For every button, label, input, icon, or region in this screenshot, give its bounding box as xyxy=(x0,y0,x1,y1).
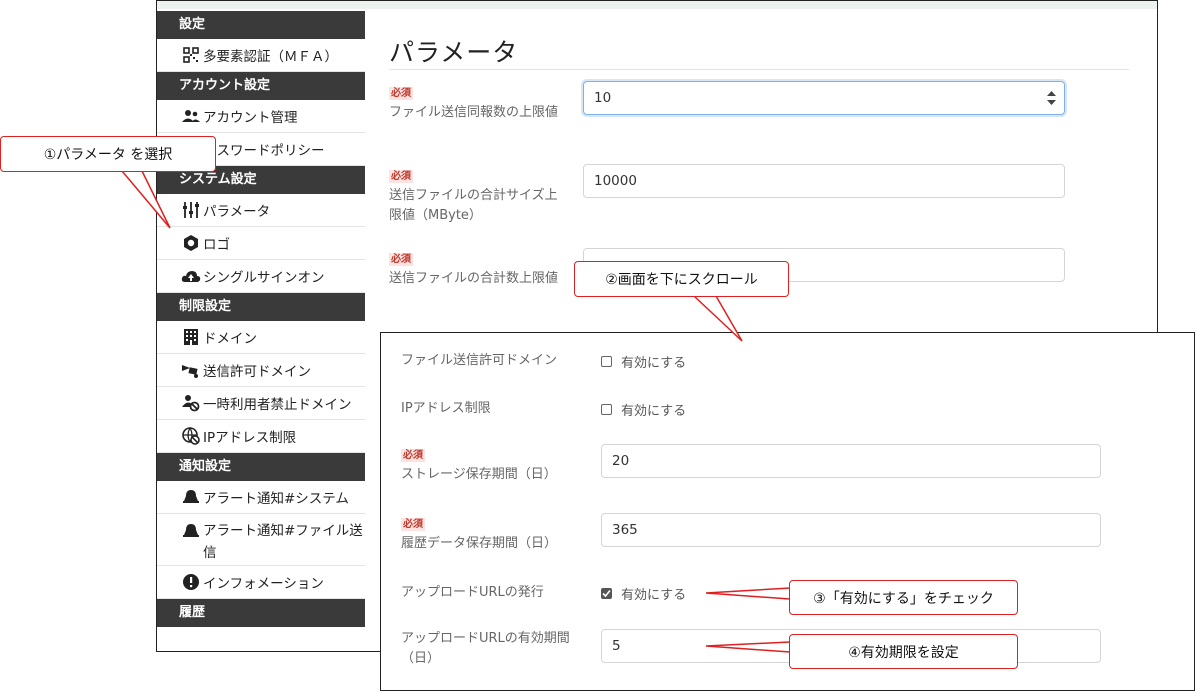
checkbox-box-checked[interactable] xyxy=(601,588,612,599)
checkbox-label: 有効にする xyxy=(621,404,687,419)
sidebar-item-sso[interactable]: シングルサインオン xyxy=(157,260,365,293)
broadcast-limit-input[interactable]: 10 xyxy=(583,81,1065,115)
check-icon xyxy=(602,589,611,598)
input-value: 10000 xyxy=(594,173,637,189)
sidebar-item-label: 一時利用者禁止ドメイン xyxy=(203,397,352,413)
required-badge: 必須 xyxy=(389,170,413,183)
total-size-limit-input[interactable]: 10000 xyxy=(583,164,1065,198)
sidebar-item-label: インフォメーション xyxy=(203,576,324,592)
sidebar-item-label: パスワードポリシー xyxy=(203,143,325,159)
callout-select-parameters: ①パラメータ を選択 xyxy=(0,136,216,172)
callout-set-validity: ④有効期限を設定 xyxy=(789,634,1018,669)
sidebar-item-label: アラート通知#システム xyxy=(203,491,349,507)
input-value: 365 xyxy=(612,522,638,538)
input-value: 5 xyxy=(612,638,621,654)
spinner-icon[interactable] xyxy=(1047,91,1056,105)
sidebar-item-label: 多要素認証（ＭＦＡ） xyxy=(203,49,338,65)
sidebar-item-label: パラメータ xyxy=(203,204,271,220)
label-storage-period: 必須 ストレージ保存期間（日） xyxy=(401,445,581,485)
sidebar-section-settings: 設定 xyxy=(157,11,365,39)
cloud-icon xyxy=(181,267,201,285)
sidebar-item-ip-restriction[interactable]: IPアドレス制限 xyxy=(157,420,365,453)
page-title: パラメータ xyxy=(389,38,519,67)
field-label-total-size-limit: 必須 送信ファイルの合計サイズ上限値（MByte） xyxy=(389,166,559,226)
field-label-text: ファイル送信同報数の上限値 xyxy=(389,105,559,120)
sidebar: 設定 多要素認証（ＭＦＡ） アカウント設定 アカウント管理 パスワードポリシー … xyxy=(157,11,365,651)
sidebar-item-information[interactable]: インフォメーション xyxy=(157,566,365,599)
sidebar-section-notifications: 通知設定 xyxy=(157,453,365,481)
field-label-broadcast-limit: 必須 ファイル送信同報数の上限値 xyxy=(389,83,559,123)
sidebar-item-allowed-domain[interactable]: 送信許可ドメイン xyxy=(157,354,365,387)
sidebar-item-alert-file-transfer[interactable]: アラート通知#ファイル送信 xyxy=(157,514,365,566)
sidebar-item-label: アカウント管理 xyxy=(203,110,298,126)
sliders-icon xyxy=(181,201,201,219)
required-badge: 必須 xyxy=(389,87,413,100)
bell-icon xyxy=(181,488,201,506)
field-label-text: 送信ファイルの合計サイズ上限値（MByte） xyxy=(389,188,558,223)
sidebar-item-domain[interactable]: ドメイン xyxy=(157,321,365,354)
checkbox-box[interactable] xyxy=(601,404,612,415)
label-ip-restriction: IPアドレス制限 xyxy=(401,401,491,416)
checkbox-label: 有効にする xyxy=(621,588,687,603)
sidebar-item-label: ロゴ xyxy=(203,237,230,253)
checkbox-ip-restriction[interactable]: 有効にする xyxy=(601,400,686,419)
label-file-transfer-domain: ファイル送信許可ドメイン xyxy=(401,353,558,368)
lower-screenshot: ファイル送信許可ドメイン 有効にする IPアドレス制限 有効にする 必須 ストレ… xyxy=(380,332,1195,691)
field-label-total-count-limit: 必須 送信ファイルの合計数上限値 xyxy=(389,249,559,289)
checkbox-box[interactable] xyxy=(601,356,612,367)
sidebar-item-label: IPアドレス制限 xyxy=(203,430,297,446)
sidebar-item-label: アラート通知#ファイル送信 xyxy=(203,523,363,561)
title-divider xyxy=(389,69,1129,70)
callout-scroll-down: ②画面を下にスクロール xyxy=(574,261,789,297)
sidebar-section-history: 履歴 xyxy=(157,599,365,627)
sidebar-item-parameters[interactable]: パラメータ xyxy=(157,194,365,227)
label-upload-url-validity: アップロードURLの有効期間（日） xyxy=(401,631,570,666)
info-icon xyxy=(181,573,201,591)
sidebar-item-label: 送信許可ドメイン xyxy=(203,364,311,380)
qr-code-icon xyxy=(181,46,201,64)
checkbox-label: 有効にする xyxy=(621,356,687,371)
building-icon xyxy=(181,328,201,346)
hexagon-icon xyxy=(181,234,201,252)
sidebar-item-mfa[interactable]: 多要素認証（ＭＦＡ） xyxy=(157,39,365,72)
sidebar-section-account: アカウント設定 xyxy=(157,72,365,100)
bell-icon xyxy=(181,522,201,540)
sidebar-section-restrictions: 制限設定 xyxy=(157,293,365,321)
user-ban-icon xyxy=(181,394,201,412)
required-badge: 必須 xyxy=(401,518,425,531)
field-label-text: 送信ファイルの合計数上限値 xyxy=(389,271,559,286)
field-label-text: 履歴データ保存期間（日） xyxy=(401,536,558,551)
storage-period-input[interactable]: 20 xyxy=(601,444,1101,478)
checkbox-file-transfer-domain[interactable]: 有効にする xyxy=(601,352,686,371)
sidebar-item-logo[interactable]: ロゴ xyxy=(157,227,365,260)
required-badge: 必須 xyxy=(389,253,413,266)
history-period-input[interactable]: 365 xyxy=(601,513,1101,547)
required-badge: 必須 xyxy=(401,449,425,462)
checkbox-upload-url-issue[interactable]: 有効にする xyxy=(601,584,686,603)
top-strip xyxy=(157,1,1157,9)
users-icon xyxy=(181,107,201,125)
field-label-text: ストレージ保存期間（日） xyxy=(401,467,557,482)
sidebar-item-temp-user-banned-domain[interactable]: 一時利用者禁止ドメイン xyxy=(157,387,365,420)
globe-ban-icon xyxy=(181,427,201,445)
label-history-period: 必須 履歴データ保存期間（日） xyxy=(401,514,581,554)
sidebar-item-account-management[interactable]: アカウント管理 xyxy=(157,100,365,133)
input-value: 20 xyxy=(612,453,630,469)
callout-check-enable: ③「有効にする」をチェック xyxy=(789,580,1018,615)
input-value: 10 xyxy=(594,90,612,106)
sidebar-item-label: シングルサインオン xyxy=(203,270,325,286)
sidebar-item-alert-system[interactable]: アラート通知#システム xyxy=(157,481,365,514)
label-upload-url-issue: アップロードURLの発行 xyxy=(401,585,544,600)
sidebar-item-label: ドメイン xyxy=(203,331,257,347)
truck-icon xyxy=(181,361,201,379)
